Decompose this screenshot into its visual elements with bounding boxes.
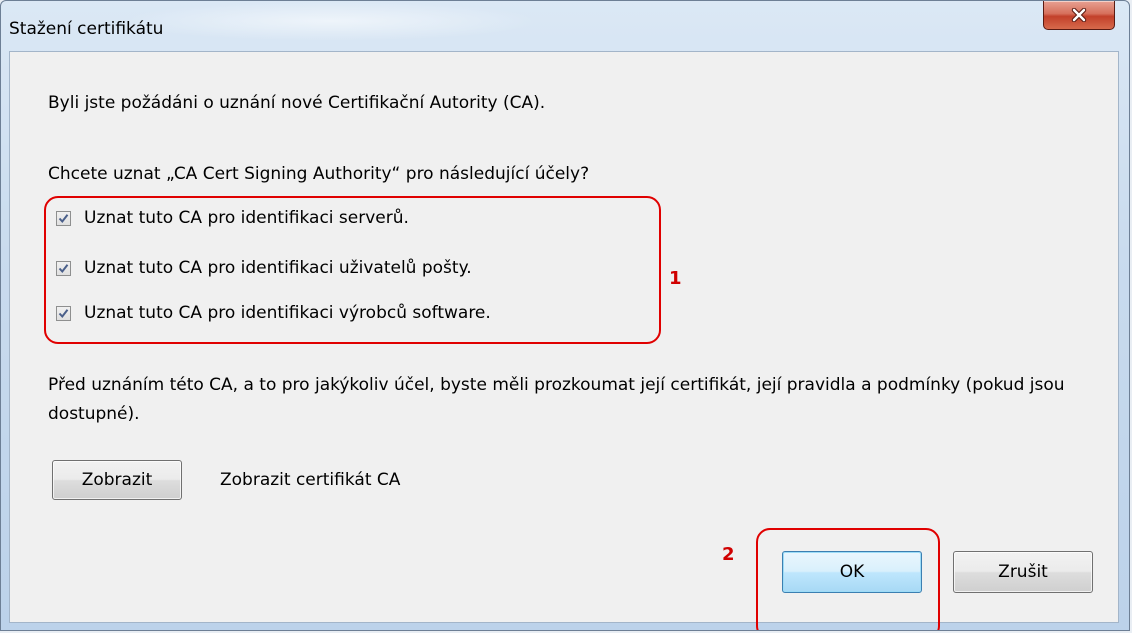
highlight-box-options (44, 196, 661, 344)
annotation-marker-2: 2 (722, 544, 735, 565)
close-button[interactable] (1043, 1, 1115, 30)
dialog-window: Stažení certifikátu Byli jste požádáni o… (0, 0, 1130, 631)
annotation-marker-1: 1 (669, 268, 682, 289)
view-certificate-button[interactable]: Zobrazit (52, 460, 182, 500)
ok-button[interactable]: OK (782, 551, 922, 593)
intro-text: Byli jste požádáni o uznání nové Certifi… (48, 93, 546, 113)
question-text: Chcete uznat „CA Cert Signing Authority“… (48, 164, 590, 184)
window-title: Stažení certifikátu (9, 19, 164, 39)
dialog-content: Byli jste požádáni o uznání nové Certifi… (9, 51, 1119, 630)
close-x-icon (1071, 8, 1087, 22)
advice-text: Před uznáním této CA, a to pro jakýkoliv… (48, 375, 1065, 424)
title-bar-glow (121, 1, 541, 41)
cancel-button[interactable]: Zrušit (953, 551, 1093, 593)
view-certificate-label: Zobrazit certifikát CA (220, 470, 401, 490)
